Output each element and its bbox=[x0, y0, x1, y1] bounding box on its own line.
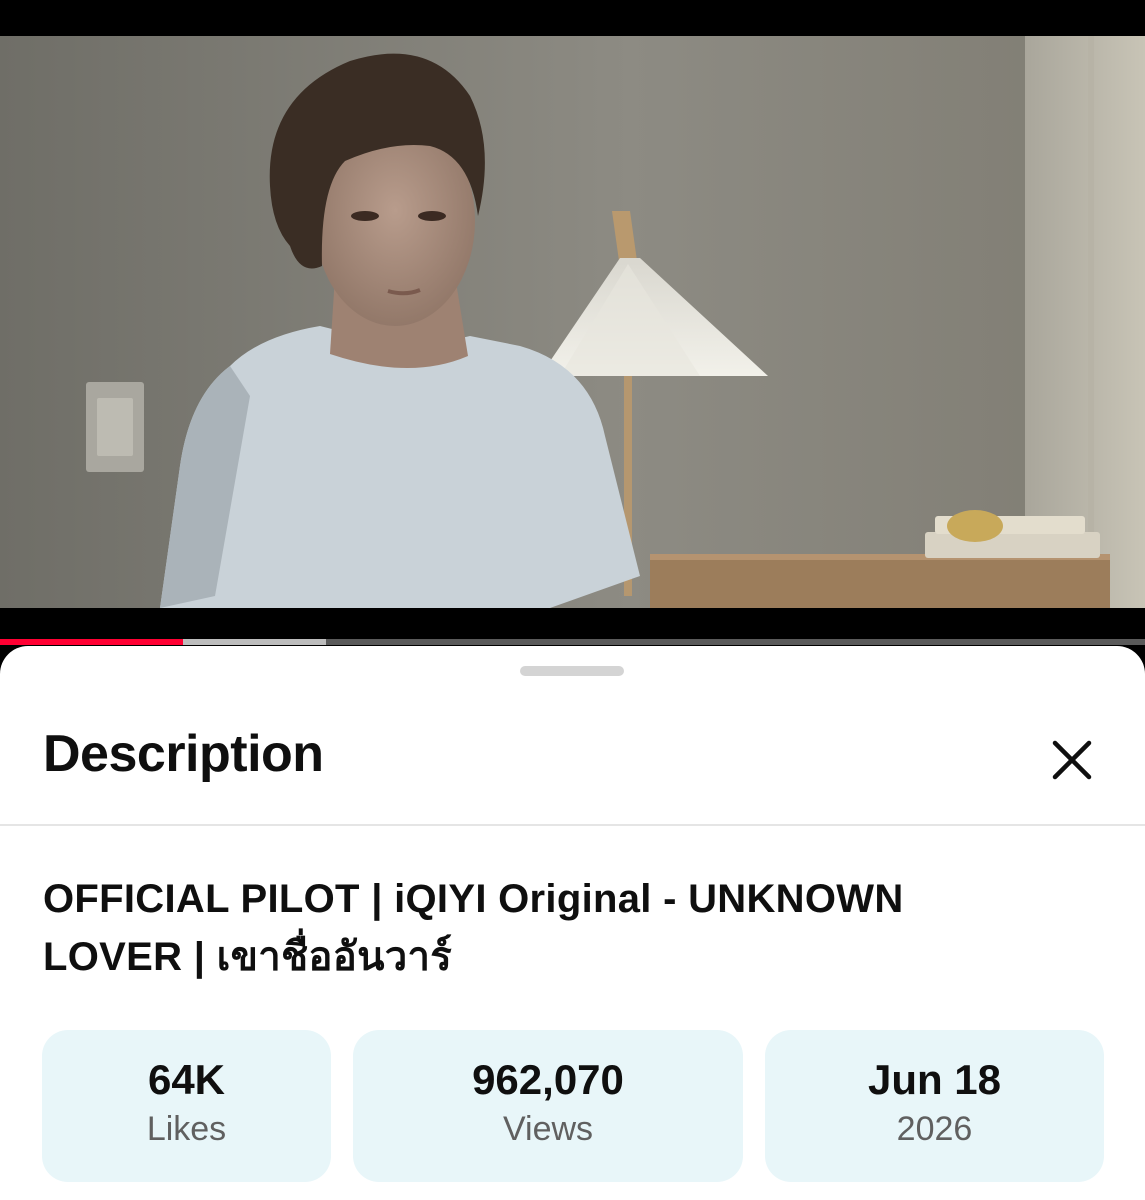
sheet-title: Description bbox=[43, 725, 324, 783]
video-title: OFFICIAL PILOT | iQIYI Original - UNKNOW… bbox=[43, 877, 904, 979]
likes-label: Likes bbox=[146, 1110, 227, 1148]
views-label: Views bbox=[502, 1110, 594, 1148]
description-sheet: Description OFFICIAL PILOT | iQIYI Origi… bbox=[0, 646, 1145, 1200]
drag-handle[interactable] bbox=[520, 666, 624, 676]
likes-card: 64K Likes bbox=[42, 1030, 331, 1182]
publish-date: Jun 18 bbox=[867, 1056, 1002, 1103]
app-screen: Description OFFICIAL PILOT | iQIYI Origi… bbox=[0, 0, 1145, 1200]
views-card: 962,070 Views bbox=[353, 1030, 743, 1182]
progress-played bbox=[0, 639, 184, 645]
date-card: Jun 18 2026 bbox=[765, 1030, 1104, 1182]
likes-count: 64K bbox=[147, 1056, 226, 1103]
close-button[interactable] bbox=[1046, 734, 1098, 786]
video-player[interactable] bbox=[0, 36, 1145, 608]
video-frame bbox=[0, 36, 1145, 608]
video-progress-bar[interactable] bbox=[0, 639, 1145, 645]
views-count: 962,070 bbox=[472, 1056, 624, 1103]
publish-year: 2026 bbox=[896, 1110, 973, 1148]
close-icon bbox=[1052, 740, 1092, 780]
divider bbox=[0, 824, 1145, 826]
